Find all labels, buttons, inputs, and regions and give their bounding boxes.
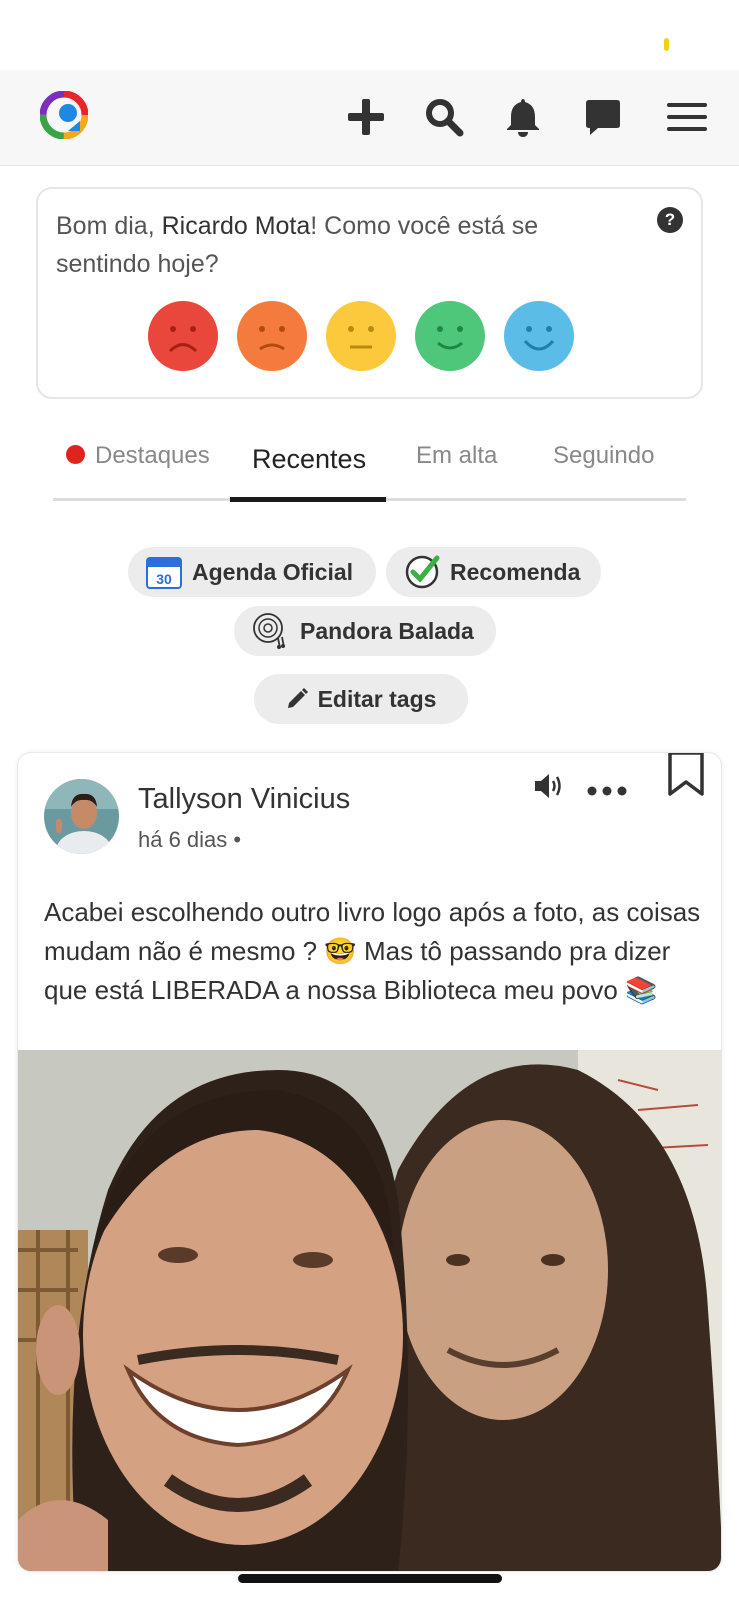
tag-label: Recomenda <box>450 558 581 585</box>
tag-label: Agenda Oficial <box>192 558 354 585</box>
app-header <box>0 70 739 166</box>
tag-label: Pandora Balada <box>300 617 474 644</box>
more-dots-icon <box>587 786 627 796</box>
home-indicator <box>238 1574 502 1583</box>
happy-face-icon[interactable] <box>415 301 485 371</box>
mood-question: Bom dia, Ricardo Mota! Como você está se… <box>56 207 636 283</box>
search-button[interactable] <box>421 94 467 140</box>
tag-recomenda[interactable]: Recomenda <box>386 547 601 597</box>
post-bookmark-button[interactable] <box>667 753 705 797</box>
sad-face-icon[interactable] <box>237 301 307 371</box>
post-card: Tallyson Vinicius há 6 dias • Acabei esc… <box>17 752 722 1572</box>
mood-card: Bom dia, Ricardo Mota! Como você está se… <box>36 187 703 399</box>
tab-label: Em alta <box>416 442 498 469</box>
hamburger-menu-icon <box>667 103 707 131</box>
edit-tags-label: Editar tags <box>317 685 437 712</box>
avatar[interactable] <box>44 779 119 854</box>
status-bar <box>0 0 739 70</box>
tag-agenda-oficial[interactable]: 30 Agenda Oficial <box>128 547 376 597</box>
live-dot-icon <box>66 445 85 464</box>
tab-label: Seguindo <box>553 442 655 469</box>
tab-seguindo[interactable]: Seguindo <box>553 442 654 470</box>
post-author-name[interactable]: Tallyson Vinicius <box>138 783 350 816</box>
edit-tags-button[interactable]: Editar tags <box>254 674 468 724</box>
post-photo[interactable] <box>18 1050 721 1571</box>
feed-tabs: Destaques Recentes Em alta Seguindo <box>53 430 686 502</box>
very-sad-face-icon[interactable] <box>148 301 218 371</box>
tab-recentes[interactable]: Recentes <box>252 444 366 475</box>
notifications-button[interactable] <box>500 94 546 140</box>
tag-pandora-balada[interactable]: Pandora Balada <box>234 606 496 656</box>
post-timestamp: há 6 dias • <box>138 827 242 852</box>
greeting-text: Bom dia, <box>56 212 162 240</box>
check-circle-icon <box>404 554 440 590</box>
calendar-icon: 30 <box>146 555 182 589</box>
very-happy-face-icon[interactable] <box>504 301 574 371</box>
post-more-button[interactable] <box>586 779 628 799</box>
speaker-icon <box>535 774 561 798</box>
pencil-icon <box>286 688 308 710</box>
neutral-face-icon[interactable] <box>326 301 396 371</box>
tab-label: Destaques <box>95 442 210 469</box>
menu-button[interactable] <box>664 94 710 140</box>
vinyl-record-icon <box>252 612 290 650</box>
chat-icon <box>586 100 620 135</box>
add-button[interactable] <box>343 94 389 140</box>
bell-icon <box>507 99 539 137</box>
plus-icon <box>348 99 384 135</box>
tab-label: Recentes <box>252 444 367 474</box>
help-icon[interactable]: ? <box>657 207 683 233</box>
search-icon <box>426 99 464 137</box>
bookmark-icon <box>668 753 704 796</box>
tab-destaques[interactable]: Destaques <box>66 442 210 470</box>
recording-indicator <box>664 38 669 51</box>
active-tab-indicator <box>230 497 386 502</box>
post-audio-button[interactable] <box>532 769 566 803</box>
tab-em-alta[interactable]: Em alta <box>416 442 497 470</box>
user-name: Ricardo Mota <box>161 212 311 240</box>
app-logo-icon[interactable] <box>39 90 89 140</box>
post-text: Acabei escolhendo outro livro logo após … <box>44 897 701 1005</box>
messages-button[interactable] <box>579 94 625 140</box>
calendar-day: 30 <box>156 571 172 587</box>
